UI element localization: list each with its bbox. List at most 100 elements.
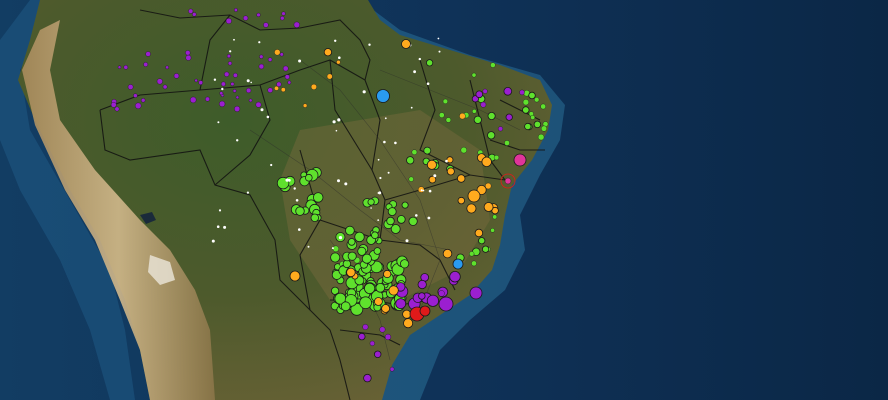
green-marker[interactable] [354, 231, 365, 243]
purple-marker[interactable] [232, 72, 238, 78]
green-marker[interactable] [359, 296, 372, 310]
purple-marker[interactable] [267, 57, 273, 62]
orange-marker[interactable] [483, 202, 494, 212]
purple-marker[interactable] [358, 332, 366, 341]
orange-marker[interactable] [428, 175, 437, 184]
orange-marker[interactable] [346, 267, 356, 278]
purple-marker[interactable] [505, 113, 513, 121]
green-marker[interactable] [524, 122, 532, 131]
orange-marker[interactable] [373, 297, 383, 306]
white-marker[interactable] [223, 225, 227, 229]
green-marker[interactable] [460, 146, 467, 154]
white-marker[interactable] [377, 219, 380, 222]
white-marker[interactable] [426, 82, 430, 85]
white-marker[interactable] [337, 179, 340, 183]
purple-marker[interactable] [384, 333, 392, 341]
purple-marker[interactable] [417, 279, 427, 290]
purple-marker[interactable] [198, 80, 203, 85]
green-marker[interactable] [487, 131, 496, 140]
orange-marker[interactable] [426, 159, 437, 170]
white-marker[interactable] [383, 140, 386, 144]
purple-marker[interactable] [185, 50, 191, 56]
green-marker[interactable] [408, 216, 418, 226]
green-marker[interactable] [295, 206, 305, 216]
orange-marker[interactable] [336, 60, 341, 65]
purple-marker[interactable] [287, 80, 292, 85]
green-marker[interactable] [528, 91, 536, 100]
orange-marker[interactable] [467, 189, 481, 203]
green-marker[interactable] [347, 251, 357, 261]
white-marker[interactable] [246, 191, 249, 194]
purple-marker[interactable] [233, 8, 238, 12]
purple-marker[interactable] [267, 87, 273, 93]
white-marker[interactable] [422, 189, 425, 192]
green-marker[interactable] [406, 156, 415, 165]
green-marker[interactable] [399, 259, 410, 269]
purple-marker[interactable] [232, 89, 237, 93]
green-marker[interactable] [347, 238, 356, 246]
purple-marker[interactable] [482, 88, 488, 94]
green-marker[interactable] [371, 231, 379, 240]
white-marker[interactable] [438, 50, 441, 53]
orange-marker[interactable] [446, 156, 454, 164]
white-marker[interactable] [298, 59, 302, 63]
purple-marker[interactable] [188, 8, 194, 14]
green-marker[interactable] [361, 253, 372, 264]
white-marker[interactable] [413, 70, 416, 74]
white-marker[interactable] [217, 121, 220, 124]
orange-marker[interactable] [326, 73, 333, 80]
green-marker[interactable] [357, 246, 367, 256]
white-marker[interactable] [221, 87, 224, 91]
white-marker[interactable] [379, 176, 382, 180]
purple-marker[interactable] [498, 126, 504, 132]
white-marker[interactable] [334, 39, 337, 42]
green-marker[interactable] [522, 99, 530, 106]
purple-marker[interactable] [194, 78, 198, 83]
green-marker[interactable] [332, 245, 339, 253]
purple-marker[interactable] [449, 271, 461, 283]
purple-marker[interactable] [369, 340, 375, 347]
map-viewport[interactable] [0, 0, 888, 400]
green-marker[interactable] [345, 225, 355, 236]
orange-marker[interactable] [466, 203, 477, 214]
purple-marker[interactable] [117, 65, 122, 69]
green-marker[interactable] [408, 176, 414, 182]
white-marker[interactable] [295, 199, 299, 202]
green-marker[interactable] [490, 62, 496, 68]
orange-marker[interactable] [381, 304, 391, 313]
green-marker[interactable] [469, 251, 475, 257]
white-marker[interactable] [246, 79, 250, 83]
orange-marker[interactable] [474, 228, 484, 238]
green-marker[interactable] [533, 120, 542, 129]
green-marker[interactable] [534, 97, 540, 103]
purple-marker[interactable] [134, 102, 142, 110]
green-marker[interactable] [492, 214, 498, 220]
white-marker[interactable] [377, 158, 380, 161]
white-marker[interactable] [236, 139, 239, 142]
purple-marker[interactable] [143, 62, 149, 67]
purple-marker[interactable] [224, 71, 230, 77]
purple-marker[interactable] [114, 106, 120, 112]
green-marker[interactable] [541, 125, 548, 132]
white-marker[interactable] [405, 239, 409, 243]
purple-marker[interactable] [395, 298, 407, 310]
white-marker[interactable] [218, 209, 222, 212]
orange-marker[interactable] [481, 156, 492, 168]
white-marker[interactable] [337, 118, 341, 122]
purple-marker[interactable] [219, 100, 226, 108]
green-marker[interactable] [471, 72, 477, 78]
green-marker[interactable] [387, 207, 397, 217]
green-marker[interactable] [473, 115, 482, 124]
white-marker[interactable] [362, 90, 366, 94]
green-marker[interactable] [425, 59, 434, 67]
green-marker[interactable] [367, 198, 375, 206]
purple-marker[interactable] [145, 51, 151, 57]
purple-marker[interactable] [276, 81, 282, 87]
green-marker[interactable] [330, 252, 341, 263]
orange-marker[interactable] [302, 103, 308, 108]
green-marker[interactable] [537, 133, 545, 141]
white-marker[interactable] [415, 214, 418, 217]
purple-marker[interactable] [282, 65, 289, 72]
magenta-marker[interactable] [513, 153, 527, 167]
purple-marker[interactable] [110, 102, 117, 108]
